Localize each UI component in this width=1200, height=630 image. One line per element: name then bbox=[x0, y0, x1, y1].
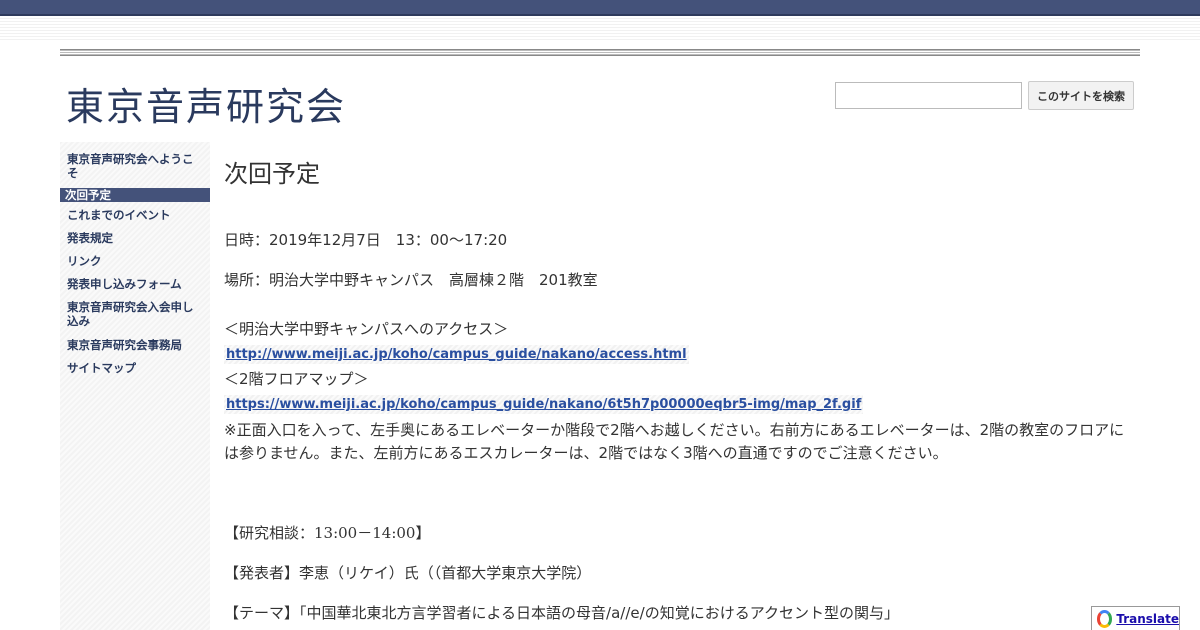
translate-widget[interactable]: Translate bbox=[1091, 606, 1180, 630]
search-button[interactable]: このサイトを検索 bbox=[1028, 81, 1134, 110]
floor-map-link[interactable]: https://www.meiji.ac.jp/koho/campus_guid… bbox=[224, 395, 864, 414]
presenter: 【発表者】李恵（リケイ）氏（（首都大学東京大学院） bbox=[224, 564, 592, 582]
sidebar-item-membership[interactable]: 東京音声研究会入会申し込み bbox=[60, 300, 210, 328]
event-date: 日時：2019年12月7日 13：00～17:20 bbox=[224, 231, 508, 249]
floor-map-heading: ＜2階フロアマップ＞ bbox=[224, 370, 369, 388]
sidebar-item-office[interactable]: 東京音声研究会事務局 bbox=[60, 338, 210, 352]
sidebar-item-rules[interactable]: 発表規定 bbox=[60, 231, 210, 245]
sidebar-item-links[interactable]: リンク bbox=[60, 254, 210, 268]
top-stripe bbox=[0, 18, 1200, 40]
research-consultation: 【研究相談：13:00－14:00】 bbox=[224, 524, 431, 542]
theme: 【テーマ】「中国華北東北方言学習者による日本語の母音/a//e/の知覚におけるア… bbox=[224, 604, 899, 622]
access-notice: ※正面入口を入って、左手奥にあるエレベーターか階段で2階へお越しください。右前方… bbox=[224, 421, 1125, 462]
sidebar-item-presentation-form[interactable]: 発表申し込みフォーム bbox=[60, 277, 210, 291]
sidebar-item-sitemap[interactable]: サイトマップ bbox=[60, 361, 210, 375]
sidebar-item-welcome[interactable]: 東京音声研究会へようこそ bbox=[60, 152, 210, 180]
access-link[interactable]: http://www.meiji.ac.jp/koho/campus_guide… bbox=[224, 345, 689, 364]
translate-link[interactable]: Translate bbox=[1116, 612, 1179, 626]
access-heading: ＜明治大学中野キャンパスへのアクセス＞ bbox=[224, 320, 509, 338]
search-input[interactable] bbox=[835, 82, 1022, 109]
sidebar-nav: 東京音声研究会へようこそ 次回予定 これまでのイベント 発表規定 リンク 発表申… bbox=[60, 142, 210, 630]
google-g-icon bbox=[1097, 609, 1113, 628]
header-rule bbox=[60, 49, 1140, 56]
event-place: 場所：明治大学中野キャンパス 高層棟２階 201教室 bbox=[224, 271, 598, 289]
top-bar bbox=[0, 0, 1200, 16]
sidebar-item-next-schedule[interactable]: 次回予定 bbox=[60, 188, 210, 202]
page-title: 次回予定 bbox=[224, 160, 320, 188]
sidebar-item-past-events[interactable]: これまでのイベント bbox=[60, 208, 210, 222]
site-title[interactable]: 東京音声研究会 bbox=[66, 76, 346, 131]
